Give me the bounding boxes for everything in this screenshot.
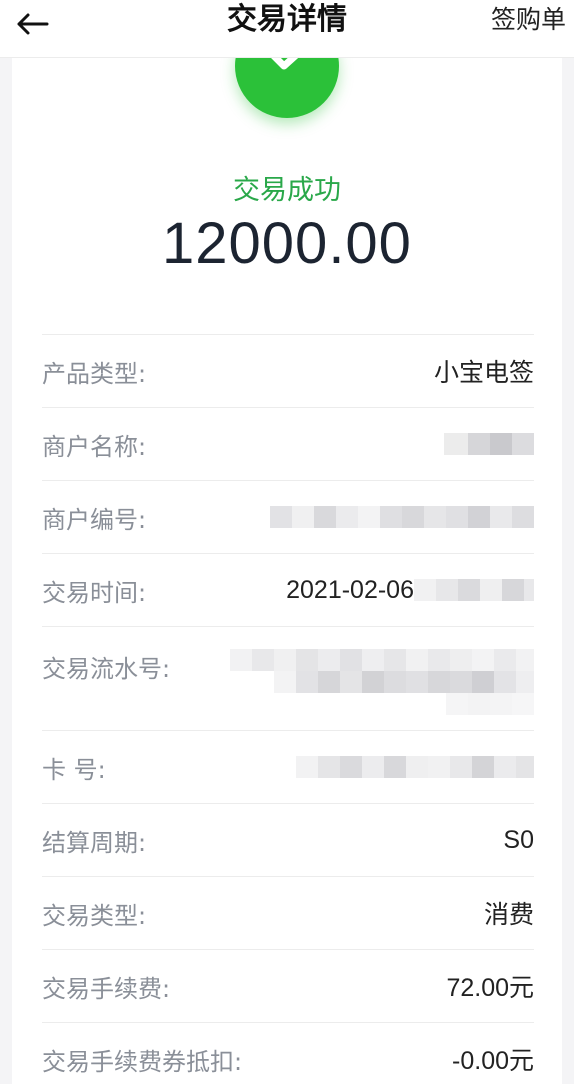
detail-row-merchant-name: 商户名称: (42, 407, 534, 480)
transaction-amount: 12000.00 (162, 211, 412, 276)
detail-row-card-number: 卡 号: (42, 730, 534, 803)
detail-label: 交易时间: (42, 578, 147, 607)
detail-label: 交易流水号: (42, 655, 171, 683)
detail-value: -0.00元 (452, 1047, 534, 1075)
detail-label: 商户编号: (42, 505, 147, 534)
redacted-value (296, 756, 534, 778)
detail-label: 交易手续费: (42, 974, 171, 1003)
detail-label: 产品类型: (42, 359, 147, 388)
check-circle-icon (235, 58, 339, 118)
detail-label: 交易手续费券抵扣: (42, 1047, 243, 1076)
detail-label: 卡 号: (42, 755, 106, 784)
detail-value: 消费 (483, 901, 534, 929)
detail-value: 72.00元 (446, 974, 534, 1002)
detail-label: 结算周期: (42, 828, 147, 857)
detail-list: 产品类型: 小宝电签 商户名称: 商户编号: 交易时间: 2021-02-06 … (42, 334, 534, 1084)
detail-row-transaction-time: 交易时间: 2021-02-06 (42, 553, 534, 626)
detail-row-settlement-cycle: 结算周期: S0 (42, 803, 534, 876)
detail-row-merchant-id: 商户编号: (42, 480, 534, 553)
redacted-value (270, 506, 534, 528)
top-bar: 交易详情 签购单 (0, 0, 574, 58)
detail-value: 2021-02-06 (286, 575, 414, 604)
detail-row-fee-coupon: 交易手续费券抵扣: -0.00元 (42, 1022, 534, 1084)
transaction-card: 交易成功 12000.00 产品类型: 小宝电签 商户名称: 商户编号: 交易时… (12, 58, 562, 1084)
detail-value: S0 (503, 825, 534, 854)
detail-label: 商户名称: (42, 432, 147, 461)
redacted-value (414, 579, 534, 601)
detail-label: 交易类型: (42, 901, 147, 930)
redacted-value (230, 649, 534, 715)
detail-row-transaction-type: 交易类型: 消费 (42, 876, 534, 949)
redacted-value (444, 433, 534, 455)
detail-row-serial-number: 交易流水号: (42, 626, 534, 730)
detail-row-product-type: 产品类型: 小宝电签 (42, 334, 534, 407)
detail-row-fee: 交易手续费: 72.00元 (42, 949, 534, 1022)
sign-order-button[interactable]: 签购单 (491, 0, 566, 44)
page-title: 交易详情 (227, 2, 347, 37)
detail-value: 小宝电签 (433, 359, 534, 387)
transaction-status: 交易成功 (233, 175, 341, 206)
